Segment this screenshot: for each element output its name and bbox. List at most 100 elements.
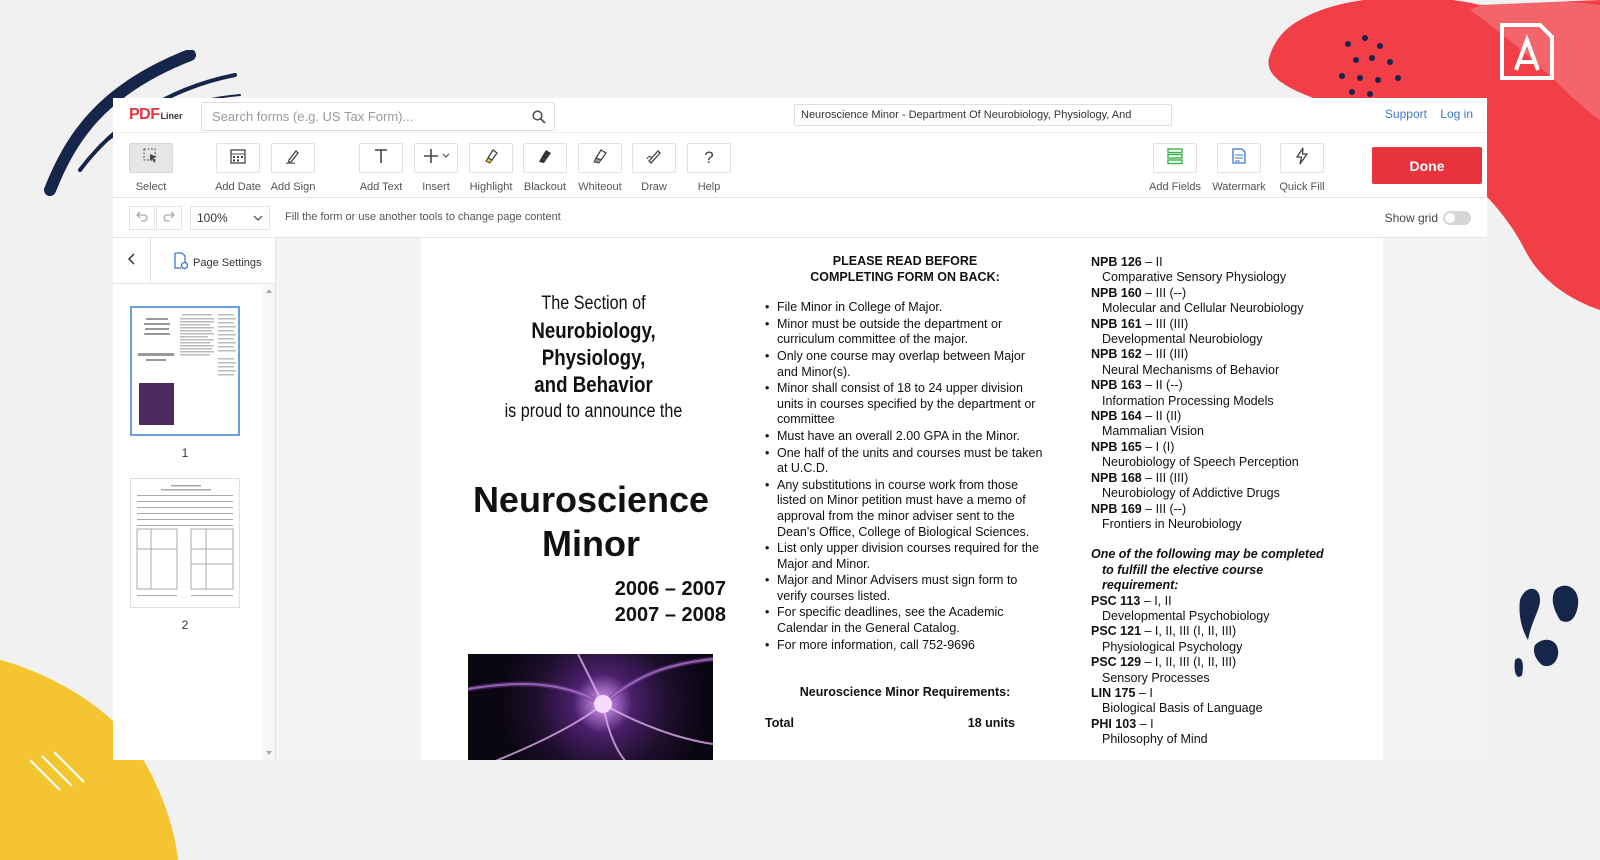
search-input[interactable] [202,103,524,130]
page-thumbnail-2[interactable] [130,478,240,608]
read-header: COMPLETING FORM ON BACK: [810,269,1000,284]
course-terms: – III (--) [1141,501,1187,516]
tool-quick-fill[interactable]: Quick Fill [1275,143,1329,193]
course-terms: – III (III) [1141,316,1189,331]
text-icon [372,147,390,170]
redo-button[interactable] [156,206,182,230]
tool-label: Add Text [359,181,403,193]
tool-draw[interactable]: Draw [627,143,681,193]
page-thumbnail-1[interactable] [130,306,240,436]
login-link[interactable]: Log in [1440,107,1473,121]
tool-label: Highlight [469,181,513,193]
search-box [201,102,555,131]
course-code: LIN 175 [1091,685,1136,700]
logo-liner-text: Liner [160,111,183,121]
course-item: PSC 121 – I, II, III (I, II, III) [1091,624,1381,639]
tool-add-fields[interactable]: Add Fields [1148,143,1202,193]
thumbnail-preview [136,485,234,596]
list-item: For more information, call 752-9696 [765,638,1045,654]
total-row: Total 18 units [765,716,1045,732]
academic-years: 2006 – 2007 2007 – 2008 [615,576,726,628]
sidebar-header: Page Settings [113,238,275,284]
year-line: 2007 – 2008 [614,604,726,626]
document-canvas: The Section of Neurobiology, Physiology,… [276,238,1487,760]
logo-pdf-text: PDF [129,106,160,123]
list-item: List only upper division courses require… [765,541,1045,572]
header-links: Support Log in [1375,107,1473,121]
undo-button[interactable] [129,206,155,230]
page-number-2: 2 [181,618,189,632]
tool-add-date[interactable]: Add Date [211,143,265,193]
lightning-icon [1293,147,1311,170]
course-terms: – II (--) [1141,378,1183,393]
course-terms: – I [1135,685,1153,700]
course-item: PSC 129 – I, II, III (I, II, III) [1091,655,1381,670]
document-page[interactable]: The Section of Neurobiology, Physiology,… [421,238,1383,760]
support-link[interactable]: Support [1385,107,1427,121]
show-grid-label: Show grid [1384,211,1438,225]
highlight-icon [482,147,500,170]
done-button[interactable]: Done [1372,147,1482,184]
select-icon [142,147,160,170]
course-item: NPB 161 – III (III) [1091,317,1381,332]
course-terms: – I, II, III (I, II, III) [1141,655,1237,670]
tool-label: Add Date [215,181,261,193]
tool-label: Add Fields [1149,181,1201,193]
course-item: NPB 160 – III (--) [1091,286,1381,301]
page-sidebar: Page Settings 1 2 [113,238,276,760]
editor-window: PDF Liner Neuroscience Minor - Departmen… [113,98,1487,760]
tool-blackout[interactable]: Blackout [518,143,572,193]
calendar-icon [229,147,247,170]
tool-help[interactable]: ? Help [682,143,736,193]
draw-icon [645,147,663,170]
course-desc: Developmental Psychobiology [1102,608,1270,623]
course-desc: Sensory Processes [1102,670,1210,685]
course-desc: Information Processing Models [1102,393,1274,408]
course-desc: Neural Mechanisms of Behavior [1102,362,1280,377]
document-title[interactable]: Neuroscience Minor - Department Of Neuro… [794,104,1172,126]
course-code: NPB 160 [1091,285,1142,300]
toolbar: Select Add Date Add Sign Add Text Insert [113,132,1487,198]
tool-add-text[interactable]: Add Text [354,143,408,193]
course-code: NPB 168 [1091,470,1142,485]
tool-whiteout[interactable]: Whiteout [573,143,627,193]
course-desc: Neurobiology of Speech Perception [1102,455,1299,470]
search-icon[interactable] [524,103,554,130]
course-item: NPB 164 – II (II) [1091,409,1381,424]
title-line: Neuroscience [472,479,710,520]
collapse-sidebar-button[interactable] [113,238,151,284]
course-code: PHI 103 [1091,716,1137,731]
sidebar-scrollbar[interactable] [263,284,275,760]
course-desc: Developmental Neurobiology [1102,332,1263,347]
course-desc: Comparative Sensory Physiology [1102,270,1287,285]
list-item: File Minor in College of Major. [765,300,1045,316]
year-line: 2006 – 2007 [614,578,726,600]
tool-select[interactable]: Select [124,143,178,193]
elective-note: One of the following may be completed to… [1091,547,1381,593]
course-terms: – I [1136,716,1154,731]
redo-icon [162,209,176,228]
page-settings-button[interactable]: Page Settings [173,252,262,273]
list-item: Minor shall consist of 18 to 24 upper di… [765,381,1045,428]
pdfliner-logo[interactable]: PDF Liner [129,106,183,126]
show-grid-toggle[interactable] [1443,211,1471,225]
tool-insert[interactable]: Insert [409,143,463,193]
course-item: PHI 103 – I [1091,717,1381,732]
tool-watermark[interactable]: Watermark [1212,143,1266,193]
plus-icon [422,147,450,170]
course-terms: – III (III) [1141,347,1189,362]
course-desc: Molecular and Cellular Neurobiology [1102,301,1304,316]
course-item: PSC 113 – I, II [1091,594,1381,609]
course-item: NPB 126 – II [1091,255,1381,270]
undo-icon [135,209,149,228]
course-desc: Philosophy of Mind [1102,732,1208,747]
tool-highlight[interactable]: Highlight [464,143,518,193]
course-item: NPB 168 – III (III) [1091,471,1381,486]
tool-label: Select [135,181,167,193]
zoom-select[interactable]: 100% [190,206,270,230]
intro-line: The Section of [541,293,646,314]
tool-add-sign[interactable]: Add Sign [266,143,320,193]
course-code: NPB 165 [1091,439,1142,454]
course-code: NPB 126 [1091,255,1142,269]
chevron-left-icon [127,252,137,271]
